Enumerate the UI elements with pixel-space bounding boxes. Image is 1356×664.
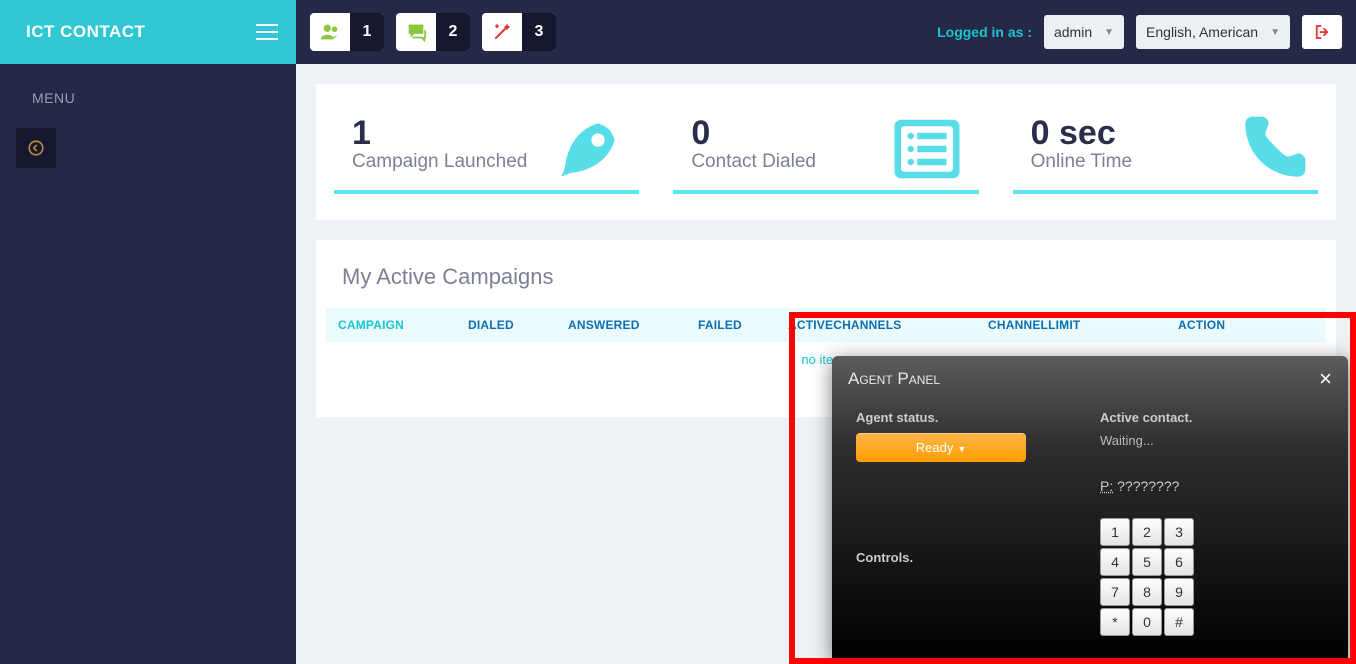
col-dialed[interactable]: DIALED [468, 318, 568, 332]
agent-panel: Agent Panel × Agent status. Ready▼ Contr… [832, 356, 1348, 660]
phone-icon [1232, 110, 1312, 194]
table-header-row: CAMPAIGN DIALED ANSWERED FAILED ACTIVECH… [326, 308, 1326, 342]
key-hash[interactable]: # [1164, 608, 1194, 636]
step-number: 3 [522, 13, 556, 51]
key-2[interactable]: 2 [1132, 518, 1162, 546]
brand-title: ICT CONTACT [26, 22, 145, 42]
agent-panel-header: Agent Panel × [832, 356, 1348, 402]
key-5[interactable]: 5 [1132, 548, 1162, 576]
stat-online-time: 0 sec Online Time [1013, 104, 1318, 194]
language-select[interactable]: English, American ▼ [1136, 15, 1290, 49]
waiting-text: Waiting... [1100, 433, 1324, 448]
key-9[interactable]: 9 [1164, 578, 1194, 606]
language-value: English, American [1146, 24, 1258, 40]
col-failed[interactable]: FAILED [698, 318, 788, 332]
agent-status-value: Ready [916, 440, 954, 455]
topbar: 1 2 3 Logged in as : admin ▼ English, Am… [296, 0, 1356, 64]
col-action[interactable]: ACTION [1178, 318, 1258, 332]
key-7[interactable]: 7 [1100, 578, 1130, 606]
sidebar: ICT CONTACT MENU [0, 0, 296, 664]
wizard-steps: 1 2 3 [310, 13, 556, 51]
key-8[interactable]: 8 [1132, 578, 1162, 606]
sidebar-header: ICT CONTACT [0, 0, 296, 64]
menu-heading: MENU [0, 64, 296, 128]
col-channellimit[interactable]: CHANNELLIMIT [988, 318, 1178, 332]
list-icon [881, 110, 973, 193]
stat-contact-dialed: 0 Contact Dialed [673, 104, 978, 194]
stats-row: 1 Campaign Launched 0 Contact Dialed 0 s… [316, 84, 1336, 220]
col-campaign[interactable]: CAMPAIGN [338, 318, 468, 332]
controls-label: Controls. [856, 550, 1080, 565]
menu-toggle-icon[interactable] [256, 24, 278, 40]
logged-in-label: Logged in as : [937, 24, 1032, 40]
close-icon[interactable]: × [1319, 368, 1332, 390]
agent-status-button[interactable]: Ready▼ [856, 433, 1026, 462]
col-answered[interactable]: ANSWERED [568, 318, 698, 332]
key-3[interactable]: 3 [1164, 518, 1194, 546]
step-1[interactable]: 1 [310, 13, 384, 51]
user-select[interactable]: admin ▼ [1044, 15, 1124, 49]
phone-number: ???????? [1117, 478, 1179, 494]
phone-row: P: ???????? [1100, 478, 1324, 494]
users-icon [310, 13, 350, 51]
user-value: admin [1054, 24, 1092, 40]
logout-button[interactable] [1302, 15, 1342, 49]
key-star[interactable]: * [1100, 608, 1130, 636]
agent-status-label: Agent status. [856, 410, 1080, 425]
wand-icon [482, 13, 522, 51]
key-1[interactable]: 1 [1100, 518, 1130, 546]
sidebar-collapse-button[interactable] [16, 128, 56, 168]
chat-icon [396, 13, 436, 51]
key-6[interactable]: 6 [1164, 548, 1194, 576]
table-title: My Active Campaigns [316, 264, 1336, 308]
phone-prefix: P: [1100, 478, 1113, 494]
key-0[interactable]: 0 [1132, 608, 1162, 636]
active-contact-label: Active contact. [1100, 410, 1324, 425]
stat-campaign-launched: 1 Campaign Launched [334, 104, 639, 194]
step-number: 1 [350, 13, 384, 51]
caret-down-icon: ▼ [1270, 27, 1280, 38]
caret-down-icon: ▼ [957, 444, 966, 454]
key-4[interactable]: 4 [1100, 548, 1130, 576]
agent-panel-title: Agent Panel [848, 369, 940, 389]
col-activechannels[interactable]: ACTIVECHANNELS [788, 318, 988, 332]
logout-icon [1313, 23, 1331, 41]
step-2[interactable]: 2 [396, 13, 470, 51]
caret-down-icon: ▼ [1104, 27, 1114, 38]
rocket-icon [543, 110, 633, 194]
dtmf-keypad: 1 2 3 4 5 6 7 8 9 * 0 # [1100, 518, 1196, 636]
step-number: 2 [436, 13, 470, 51]
step-3[interactable]: 3 [482, 13, 556, 51]
